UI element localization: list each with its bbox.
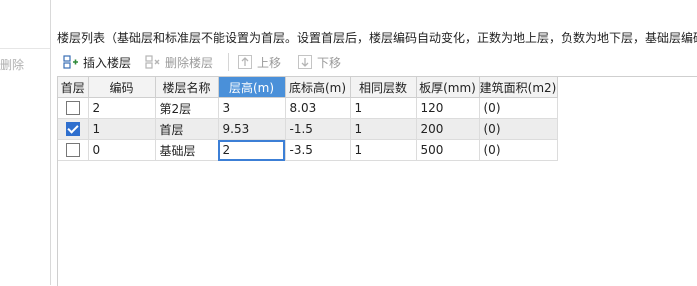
col-header-first-floor[interactable]: 首层	[58, 77, 89, 98]
col-header-code[interactable]: 编码	[88, 77, 156, 98]
name-cell[interactable]: 首层	[155, 118, 219, 140]
area-cell: (0)	[479, 97, 558, 119]
bottom-elev-cell[interactable]: 8.03	[285, 97, 351, 119]
area-cell: (0)	[479, 118, 558, 140]
slab-cell[interactable]: 200	[416, 118, 480, 140]
first-floor-cell[interactable]	[58, 139, 89, 161]
bottom-elev-cell[interactable]: -1.5	[285, 118, 351, 140]
floor-list-hint: 楼层列表（基础层和标准层不能设置为首层。设置首层后，楼层编码自动变化，正数为地上…	[57, 31, 697, 45]
slab-cell[interactable]: 500	[416, 139, 480, 161]
left-divider	[0, 48, 50, 49]
col-header-slab-thickness[interactable]: 板厚(mm)	[416, 77, 480, 98]
table-header: 首层 编码 楼层名称 层高(m) 底标高(m) 相同层数 板厚(mm) 建筑面积…	[58, 77, 558, 98]
insert-floor-icon	[63, 54, 79, 70]
arrow-up-icon	[237, 54, 253, 70]
same-count-cell[interactable]: 1	[350, 139, 417, 161]
delete-floor-icon	[145, 54, 161, 70]
left-delete-button[interactable]: 删除	[0, 56, 24, 73]
col-header-bottom-elev[interactable]: 底标高(m)	[285, 77, 351, 98]
table-row[interactable]: 2 第2层 3 8.03 1 120 (0)	[58, 97, 558, 119]
same-count-cell[interactable]: 1	[350, 97, 417, 119]
table-row[interactable]: 0 基础层 2 -3.5 1 500 (0)	[58, 139, 558, 161]
first-floor-cell[interactable]	[58, 118, 89, 140]
arrow-down-icon	[297, 54, 313, 70]
col-header-height[interactable]: 层高(m)	[218, 77, 286, 98]
insert-floor-button[interactable]: 插入楼层	[63, 52, 131, 72]
code-cell[interactable]: 0	[88, 139, 156, 161]
floor-table: 首层 编码 楼层名称 层高(m) 底标高(m) 相同层数 板厚(mm) 建筑面积…	[57, 76, 697, 286]
insert-floor-label: 插入楼层	[83, 55, 132, 70]
delete-floor-button[interactable]: 删除楼层	[145, 52, 213, 72]
col-header-floor-name[interactable]: 楼层名称	[155, 77, 219, 98]
move-down-button[interactable]: 下移	[297, 52, 341, 72]
first-floor-checkbox[interactable]	[65, 101, 80, 116]
delete-floor-label: 删除楼层	[165, 55, 214, 70]
col-header-same-count[interactable]: 相同层数	[350, 77, 417, 98]
move-up-button[interactable]: 上移	[237, 52, 281, 72]
table-row[interactable]: 1 首层 9.53 -1.5 1 200 (0)	[58, 118, 558, 140]
floor-toolbar: 插入楼层 删除楼层 上移 下移	[57, 48, 697, 76]
name-cell[interactable]: 基础层	[155, 139, 219, 161]
first-floor-checkbox[interactable]	[65, 122, 80, 137]
height-cell[interactable]: 9.53	[218, 118, 286, 140]
first-floor-cell[interactable]	[58, 97, 89, 119]
move-up-label: 上移	[257, 55, 282, 70]
same-count-cell[interactable]: 1	[350, 118, 417, 140]
toolbar-separator	[228, 53, 229, 71]
area-cell: (0)	[479, 139, 558, 161]
bottom-elev-cell[interactable]: -3.5	[285, 139, 351, 161]
code-cell[interactable]: 1	[88, 118, 156, 140]
move-down-label: 下移	[317, 55, 342, 70]
height-cell-editing[interactable]: 2	[218, 139, 286, 161]
col-header-building-area[interactable]: 建筑面积(m2)	[479, 77, 558, 98]
first-floor-checkbox[interactable]	[65, 143, 80, 158]
name-cell[interactable]: 第2层	[155, 97, 219, 119]
height-cell[interactable]: 3	[218, 97, 286, 119]
left-panel	[0, 0, 51, 285]
slab-cell[interactable]: 120	[416, 97, 480, 119]
code-cell[interactable]: 2	[88, 97, 156, 119]
